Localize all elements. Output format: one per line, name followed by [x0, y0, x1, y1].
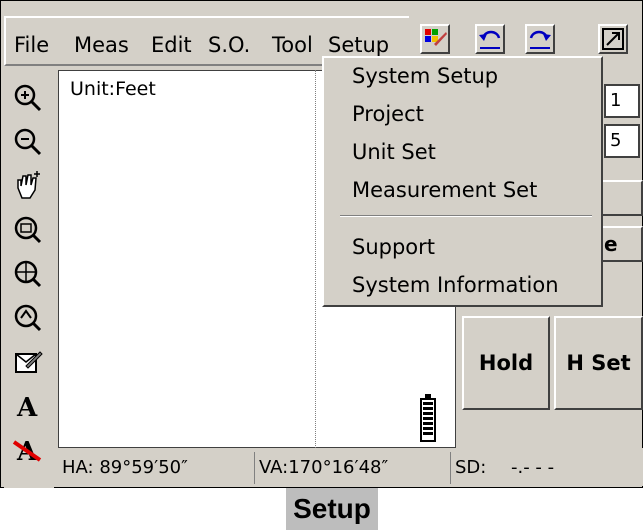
right-button-e[interactable]: e — [598, 226, 643, 262]
hold-button[interactable]: Hold — [462, 316, 550, 410]
menu-item-support[interactable]: Support — [352, 235, 435, 259]
status-bar: HA: 89°59′50″ VA:170°16′48″ SD: -.- - - — [58, 448, 643, 486]
menu-tool[interactable]: Tool — [272, 33, 313, 57]
status-sd-label: SD: — [455, 457, 487, 478]
menu-item-system-information[interactable]: System Information — [352, 273, 559, 297]
status-ha: HA: 89°59′50″ — [62, 457, 188, 478]
svg-text:A: A — [16, 393, 38, 422]
status-sd: SD: -.- - - — [450, 452, 643, 484]
setup-dropdown-menu: System Setup Project Unit Set Measuremen… — [322, 56, 603, 307]
right-button-blank[interactable] — [598, 180, 643, 216]
caption-label: Setup — [286, 488, 378, 530]
menu-item-project[interactable]: Project — [352, 102, 424, 126]
menu-meas[interactable]: Meas — [74, 33, 129, 57]
menu-so[interactable]: S.O. — [208, 33, 250, 57]
zoom-previous-icon[interactable] — [12, 302, 44, 334]
edit-pen-icon[interactable] — [12, 346, 44, 378]
zoom-out-icon[interactable] — [12, 126, 44, 158]
status-sd-value: -.- - - — [511, 457, 555, 478]
canvas-divider — [315, 70, 316, 448]
right-field-2[interactable]: 5 — [604, 124, 640, 158]
menu-item-unit-set[interactable]: Unit Set — [352, 140, 436, 164]
redo-icon — [529, 30, 551, 49]
menu-item-system-setup[interactable]: System Setup — [352, 64, 498, 88]
status-va: VA:170°16′48″ — [254, 452, 455, 484]
undo-icon — [479, 30, 501, 49]
menu-separator — [340, 215, 592, 217]
color-picker-button[interactable] — [420, 24, 450, 54]
text-icon[interactable]: A — [12, 390, 44, 422]
undo-button[interactable] — [475, 24, 505, 54]
pan-hand-icon[interactable] — [12, 170, 44, 202]
color-picker-icon — [425, 29, 447, 46]
close-window-button[interactable] — [598, 24, 628, 54]
zoom-in-icon[interactable] — [12, 82, 44, 114]
battery-icon — [420, 394, 436, 442]
zoom-extent-icon[interactable] — [12, 258, 44, 290]
menu-file[interactable]: File — [14, 33, 49, 57]
h-set-button[interactable]: H Set — [554, 316, 643, 410]
menu-edit[interactable]: Edit — [151, 33, 192, 57]
redo-button[interactable] — [525, 24, 555, 54]
no-text-icon[interactable]: A — [12, 434, 44, 466]
close-window-icon — [602, 28, 624, 50]
unit-label: Unit:Feet — [70, 78, 156, 100]
zoom-window-icon[interactable] — [12, 214, 44, 246]
menu-item-measurement-set[interactable]: Measurement Set — [352, 178, 537, 202]
right-field-1[interactable]: 1 — [604, 84, 640, 118]
menu-setup[interactable]: Setup — [328, 33, 389, 57]
tool-column: A A — [4, 70, 54, 488]
